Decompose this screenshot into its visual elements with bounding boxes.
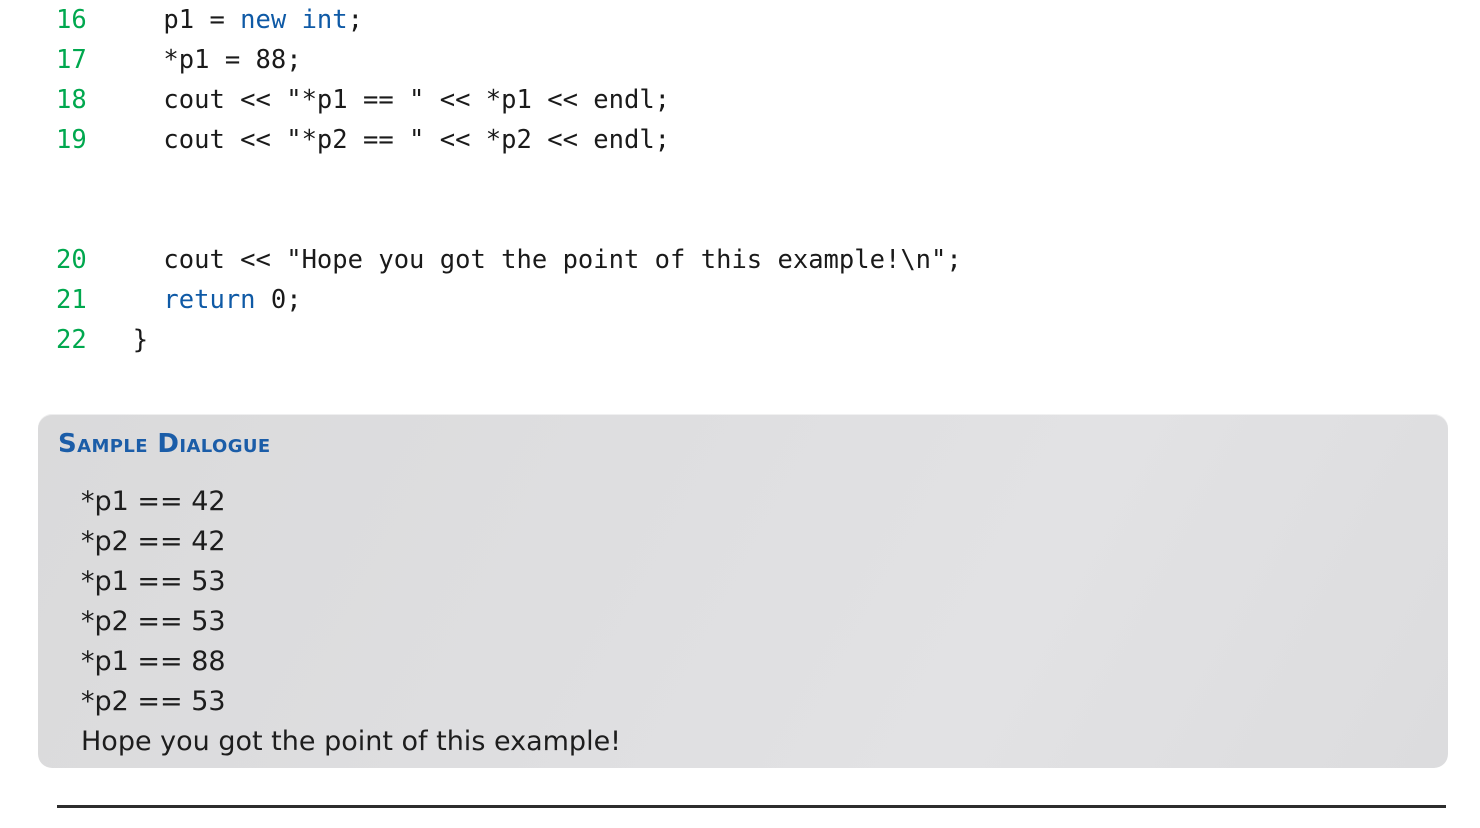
dialogue-output-line: *p1 == 53 [81, 566, 226, 597]
dialogue-output-line: Hope you got the point of this example! [81, 726, 621, 757]
dialogue-output-line: *p1 == 42 [81, 486, 226, 517]
code-listing: 16 p1 = new int; 17 *p1 = 88; 18 cout << "… [0, 0, 1480, 360]
code-line-text: p1 = new int; [102, 0, 363, 40]
code-line-text: } [102, 320, 148, 360]
dialogue-output-line: *p2 == 53 [81, 606, 226, 637]
code-token: cout << "Hope you got the point of this … [102, 245, 962, 275]
code-token: *p1 = 88; [102, 45, 302, 75]
code-line-number: 19 [56, 125, 87, 155]
code-line-number: 18 [56, 85, 87, 115]
dialogue-output-line: *p2 == 42 [81, 526, 226, 557]
code-line-text: cout << "Hope you got the point of this … [102, 240, 962, 280]
sample-dialogue-panel: Sample Dialogue *p1 == 42 *p2 == 42 *p1 ==… [38, 414, 1448, 768]
code-token: cout << "*p2 == " << *p2 << endl; [102, 125, 671, 155]
code-token: ; [347, 5, 363, 35]
code-line-text: cout << "*p1 == " << *p1 << endl; [102, 80, 670, 120]
code-token: 0; [255, 285, 302, 315]
code-line-number: 16 [56, 5, 87, 35]
code-keyword: new int [240, 5, 348, 35]
code-line-text: *p1 = 88; [102, 40, 302, 80]
code-line-number: 20 [56, 245, 87, 275]
bottom-horizontal-rule [57, 805, 1446, 808]
code-line-text: cout << "*p2 == " << *p2 << endl; [102, 120, 670, 160]
code-line: 18 cout << "*p1 == " << *p1 << endl; [0, 80, 1480, 120]
dialogue-output-line: *p2 == 53 [81, 686, 226, 717]
code-line-number: 22 [56, 325, 87, 355]
dialogue-output-line: *p1 == 88 [81, 646, 226, 677]
code-keyword: return [163, 285, 256, 315]
code-line-number: 21 [56, 285, 87, 315]
code-line: 19 cout << "*p2 == " << *p2 << endl; [0, 120, 1480, 160]
code-line-number: 17 [56, 45, 87, 75]
code-token: } [102, 325, 149, 355]
sample-dialogue-heading: Sample Dialogue [58, 429, 271, 459]
code-line: 21 return 0; [0, 280, 1480, 320]
code-line: 20 cout << "Hope you got the point of th… [0, 240, 1480, 280]
code-token: cout << "*p1 == " << *p1 << endl; [102, 85, 671, 115]
dialogue-output-console: *p1 == 42 *p2 == 42 *p1 == 53 *p2 == 53 *p1 … [81, 482, 1428, 762]
code-line: 22 } [0, 320, 1480, 360]
code-line: 16 p1 = new int; [0, 0, 1480, 40]
code-line: 17 *p1 = 88; [0, 40, 1480, 80]
code-line-text: return 0; [102, 280, 302, 320]
code-token: p1 = [102, 5, 241, 35]
